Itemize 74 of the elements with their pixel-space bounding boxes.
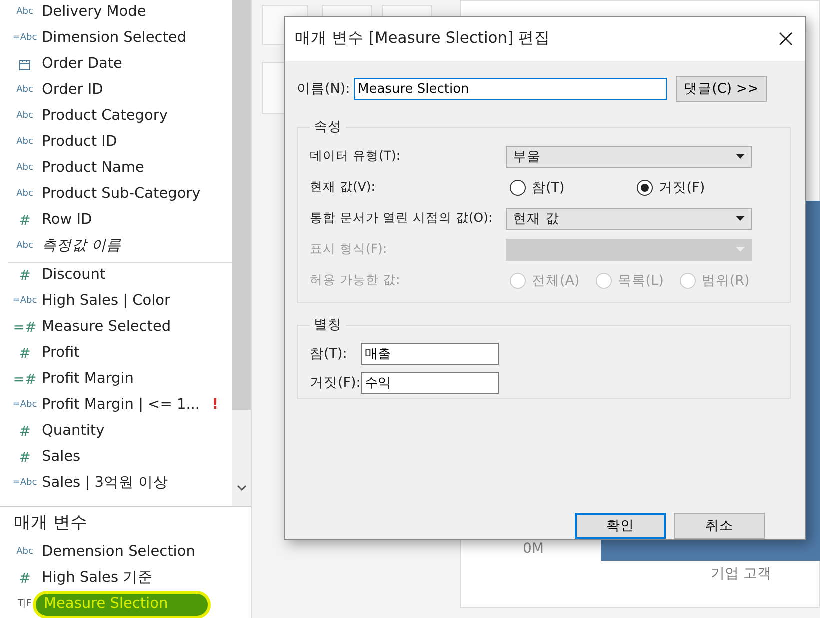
hash-icon: #: [19, 448, 31, 468]
field-name[interactable]: Sales | 3억원 이상: [42, 473, 169, 495]
abc-icon: Abc: [16, 162, 34, 176]
hash-icon: #: [19, 210, 31, 232]
axis-label: 0M: [523, 540, 544, 559]
field-name[interactable]: Measure Selected: [42, 317, 172, 339]
radio-button[interactable]: [510, 180, 526, 196]
dialog-title: 매개 변수 [Measure Slection] 편집: [295, 28, 551, 50]
field-name[interactable]: Product ID: [42, 132, 118, 154]
abc-icon: Abc: [16, 110, 34, 124]
abc-icon: Abc: [16, 136, 34, 150]
alias-field[interactable]: 수익: [361, 372, 499, 394]
parameter-name[interactable]: Demension Selection: [42, 542, 196, 564]
calculated-hash-icon: =#: [13, 370, 37, 390]
dialog-button[interactable]: 확인: [575, 513, 666, 539]
field-name[interactable]: Product Category: [42, 106, 168, 128]
field-name[interactable]: Profit Margin: [42, 369, 134, 391]
field-name[interactable]: Profit Margin | <= 1...: [42, 395, 200, 417]
caret-icon: [736, 154, 745, 160]
field-name[interactable]: Product Sub-Category: [42, 184, 201, 206]
hash-icon: #: [19, 568, 31, 590]
caret-icon: [736, 247, 745, 252]
radio-button[interactable]: [636, 180, 653, 196]
field-name[interactable]: Discount: [42, 265, 106, 287]
hash-icon: #: [19, 266, 31, 286]
field-name[interactable]: Row ID: [42, 210, 92, 232]
field-label: 이름(N):: [297, 80, 352, 99]
field-name[interactable]: Quantity: [42, 421, 105, 443]
hash-icon: #: [19, 344, 31, 364]
name-field[interactable]: Measure Slection: [354, 78, 667, 100]
dropdown[interactable]: 부울: [506, 146, 752, 168]
field-label: 허용 가능한 값:: [310, 271, 402, 290]
dropdown[interactable]: 현재 값: [506, 208, 752, 230]
field-label: 통합 문서가 열린 시점의 값(O):: [310, 209, 494, 228]
calculated-abc-icon: =Abc: [12, 295, 38, 309]
calculated-abc-icon: =Abc: [12, 399, 38, 413]
field-name[interactable]: Order Date: [42, 54, 122, 76]
comment-button[interactable]: 댓글(C) >>: [676, 76, 767, 102]
field-name[interactable]: Delivery Mode: [42, 2, 146, 24]
category-label: 기업 고객: [711, 565, 772, 584]
hash-icon: #: [19, 422, 31, 442]
abc-icon: Abc: [16, 240, 34, 254]
field-label: 현재 값(V):: [310, 178, 376, 196]
field-name[interactable]: Sales: [42, 447, 81, 469]
calendar-icon: [19, 59, 31, 71]
abc-icon: Abc: [16, 6, 34, 20]
section-title: 매개 변수: [13, 512, 88, 534]
field-label: 데이터 유형(T):: [310, 147, 402, 166]
field-name[interactable]: Profit: [42, 343, 80, 365]
calculated-hash-icon: =#: [13, 318, 37, 338]
field-name[interactable]: Product Name: [42, 158, 144, 180]
field-label: 표시 형식(F):: [310, 240, 388, 258]
parameter-name[interactable]: High Sales 기준: [42, 568, 154, 590]
dialog-button[interactable]: 취소: [674, 513, 765, 539]
abc-icon: Abc: [16, 188, 34, 202]
field-label: 거짓(F):: [310, 374, 361, 393]
scroll-down-icon[interactable]: [236, 484, 246, 492]
field-name[interactable]: 측정값 이름: [42, 236, 122, 258]
caret-icon: [736, 216, 745, 222]
calculated-abc-icon: =Abc: [12, 477, 38, 491]
scrollbar-thumb[interactable]: [232, 0, 251, 410]
abc-icon: Abc: [16, 84, 34, 98]
field-name[interactable]: Dimension Selected: [42, 28, 187, 50]
close-icon[interactable]: [779, 32, 793, 46]
true-false-icon: T|F: [18, 598, 32, 612]
field-label: 참(T):: [310, 344, 348, 364]
alias-field[interactable]: 매출: [361, 342, 499, 365]
field-name[interactable]: Order ID: [42, 80, 104, 102]
warning-icon: !: [212, 395, 219, 417]
abc-icon: Abc: [16, 546, 34, 560]
calculated-abc-icon: =Abc: [12, 32, 38, 46]
field-name[interactable]: High Sales | Color: [42, 291, 170, 313]
radio-label[interactable]: 거짓(F): [658, 178, 706, 198]
radio-label[interactable]: 참(T): [532, 178, 565, 198]
